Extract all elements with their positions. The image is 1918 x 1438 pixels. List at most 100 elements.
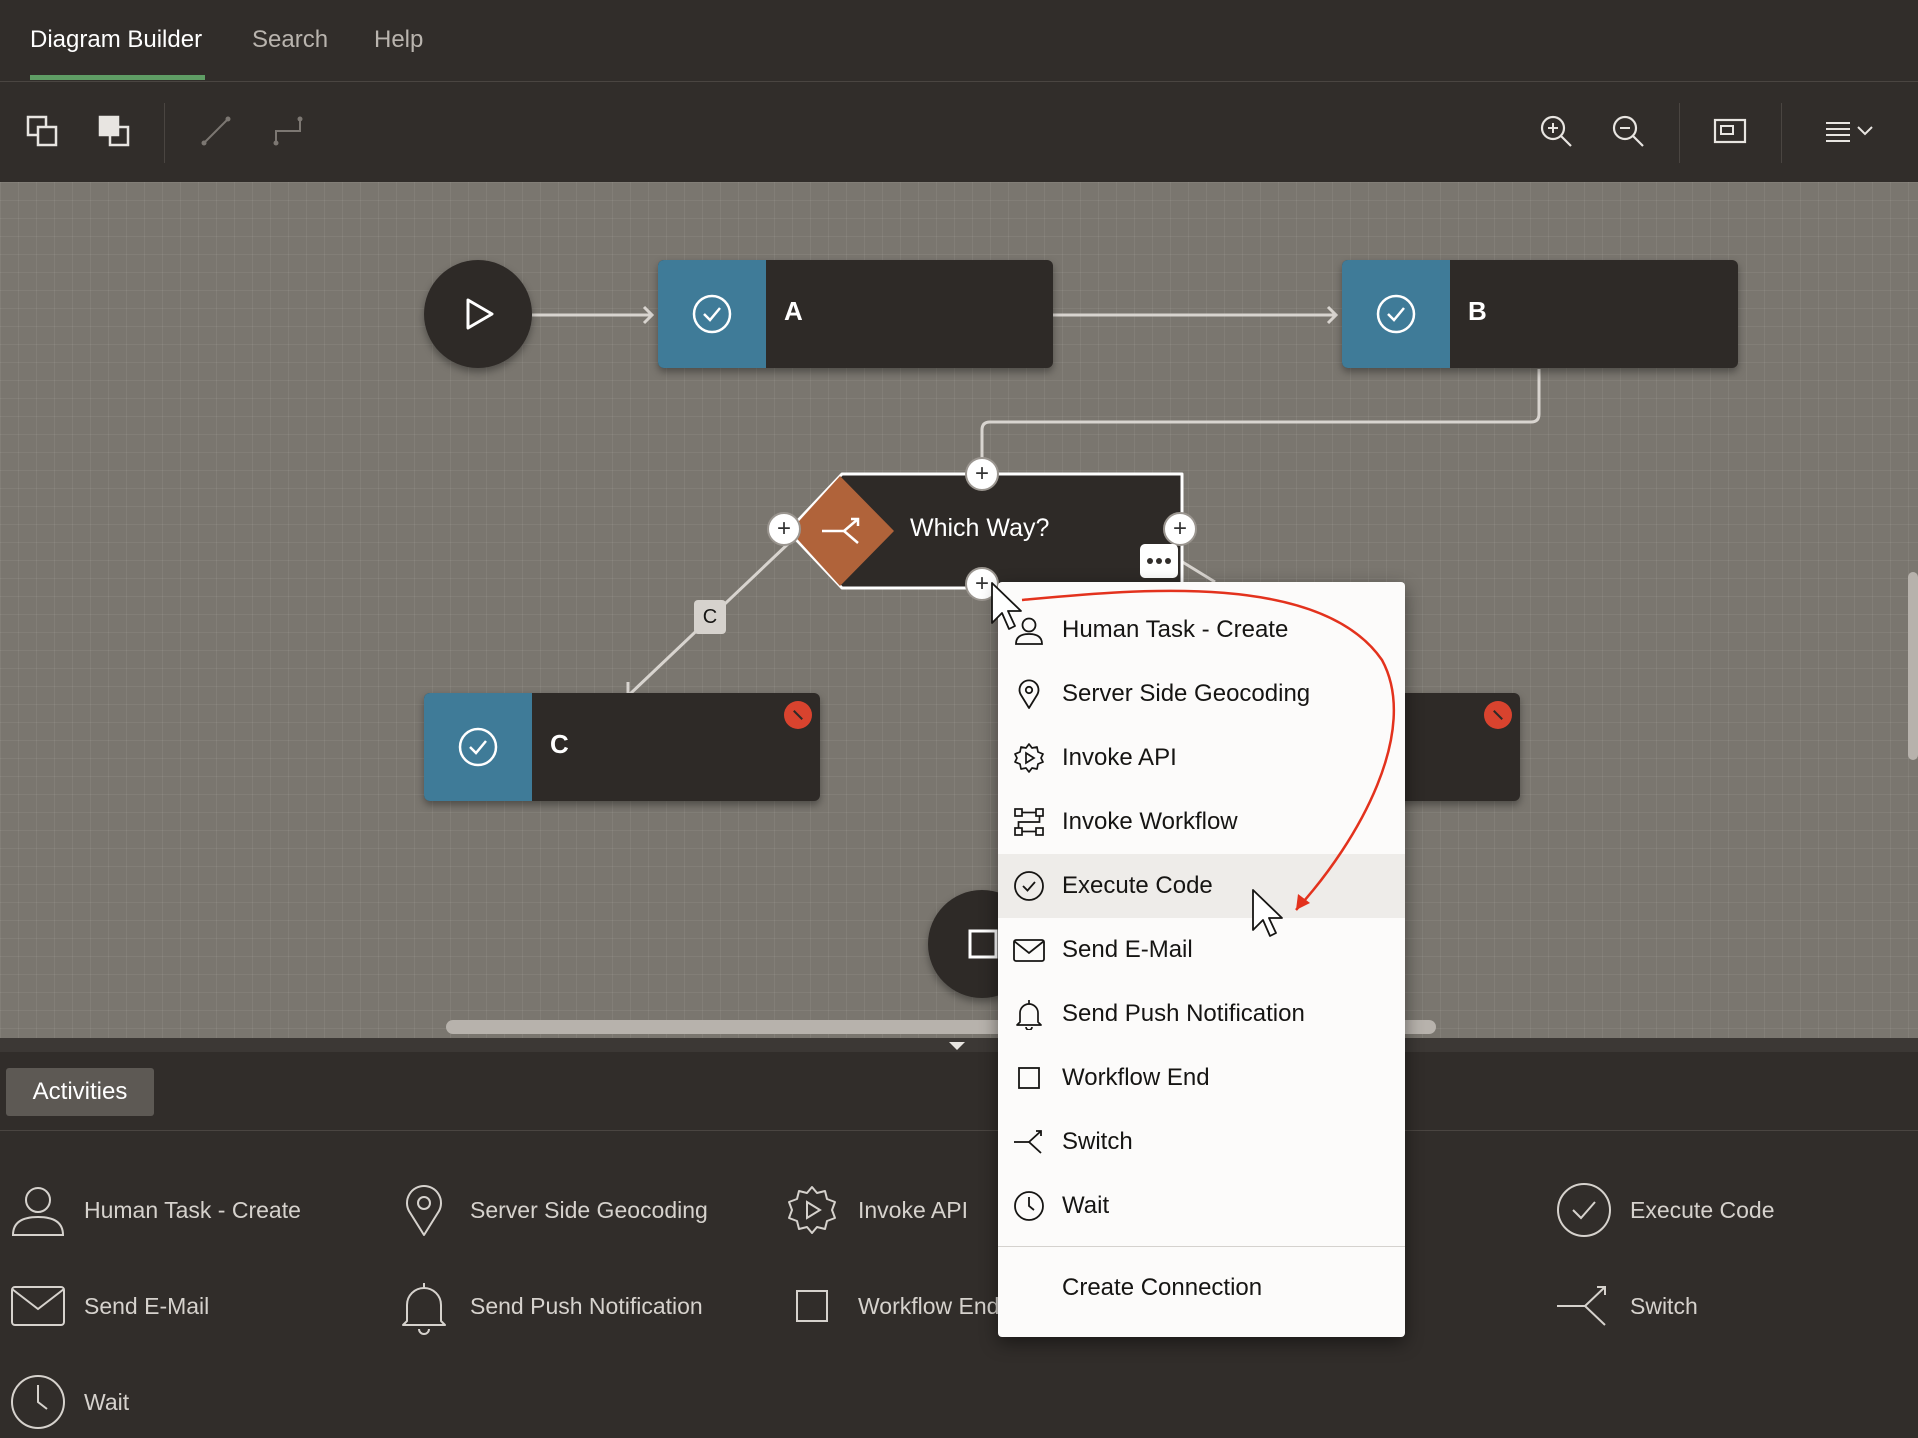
menu-item-create-connection[interactable]: Create Connection bbox=[998, 1256, 1405, 1320]
bell-icon bbox=[402, 1283, 446, 1335]
node-label: C bbox=[550, 729, 569, 759]
menu-item-label: Human Task - Create bbox=[1062, 616, 1289, 643]
toolbar-separator bbox=[1781, 103, 1782, 163]
activity-item-send-email[interactable]: Send E-Mail bbox=[8, 1274, 209, 1338]
vertical-scrollbar[interactable] bbox=[1908, 572, 1918, 760]
menu-icon[interactable] bbox=[1820, 109, 1880, 153]
menu-item-label: Switch bbox=[1062, 1128, 1133, 1155]
switch-icon bbox=[1014, 1130, 1042, 1154]
tab-diagram-builder[interactable]: Diagram Builder bbox=[30, 26, 202, 54]
more-options-button[interactable] bbox=[1140, 544, 1178, 578]
api-gear-icon bbox=[1014, 743, 1044, 773]
activity-type-strip bbox=[1342, 260, 1450, 368]
add-connection-handle-bottom[interactable]: + bbox=[965, 567, 999, 601]
bring-to-front-icon[interactable] bbox=[20, 109, 64, 153]
fit-view-icon[interactable] bbox=[1708, 109, 1752, 153]
add-activity-context-menu: Human Task - Create Server Side Geocodin… bbox=[998, 582, 1405, 1337]
add-connection-handle-right[interactable]: + bbox=[1163, 512, 1197, 546]
workflow-icon bbox=[1014, 808, 1044, 836]
square-icon bbox=[796, 1290, 828, 1322]
activity-item-switch[interactable]: Switch bbox=[1554, 1274, 1698, 1338]
check-circle-icon bbox=[692, 294, 732, 334]
activity-item-execute-code[interactable]: Execute Code bbox=[1554, 1178, 1774, 1242]
collapse-arrow-icon[interactable] bbox=[948, 1041, 966, 1051]
add-connection-handle-top[interactable]: + bbox=[965, 457, 999, 491]
activity-item-label: Human Task - Create bbox=[84, 1196, 301, 1223]
menu-item-switch[interactable]: Switch bbox=[998, 1110, 1405, 1174]
activity-item-label: Invoke API bbox=[858, 1196, 968, 1223]
check-circle-icon bbox=[458, 727, 498, 767]
api-gear-icon bbox=[788, 1186, 836, 1234]
tab-help[interactable]: Help bbox=[374, 26, 423, 54]
diagram-toolbar bbox=[0, 83, 1918, 182]
node-label: A bbox=[784, 296, 803, 326]
straight-connector-icon[interactable] bbox=[194, 109, 238, 153]
menu-separator bbox=[998, 1246, 1405, 1247]
menu-item-geocoding[interactable]: Server Side Geocoding bbox=[998, 662, 1405, 726]
diagram-canvas[interactable]: A B Which Way? + + + + C C bbox=[0, 182, 1918, 1038]
person-icon bbox=[11, 1187, 65, 1236]
panel-divider bbox=[0, 1130, 1918, 1131]
play-icon bbox=[466, 298, 494, 330]
clock-icon bbox=[1014, 1191, 1044, 1221]
error-badge-icon[interactable] bbox=[784, 701, 812, 729]
menu-item-workflow-end[interactable]: Workflow End bbox=[998, 1046, 1405, 1110]
zoom-in-icon[interactable] bbox=[1534, 109, 1578, 153]
bell-icon bbox=[1016, 1000, 1042, 1030]
connection-label[interactable]: C bbox=[694, 600, 726, 634]
activity-item-human-task[interactable]: Human Task - Create bbox=[8, 1178, 301, 1242]
location-pin-icon bbox=[1018, 679, 1040, 709]
tab-activities[interactable]: Activities bbox=[6, 1068, 154, 1116]
activity-item-geocoding[interactable]: Server Side Geocoding bbox=[394, 1178, 708, 1242]
toolbar-separator bbox=[164, 103, 165, 163]
menu-item-label: Execute Code bbox=[1062, 872, 1213, 899]
toolbar-separator bbox=[1679, 103, 1680, 163]
square-icon bbox=[1018, 1067, 1040, 1089]
node-label: B bbox=[1468, 296, 1487, 326]
envelope-icon bbox=[1013, 939, 1045, 962]
zoom-out-icon[interactable] bbox=[1606, 109, 1650, 153]
activity-node-a[interactable]: A bbox=[658, 260, 1053, 368]
menu-item-label: Invoke Workflow bbox=[1062, 808, 1238, 835]
tab-search[interactable]: Search bbox=[252, 26, 328, 54]
menu-item-human-task[interactable]: Human Task - Create bbox=[998, 598, 1405, 662]
menu-item-label: Server Side Geocoding bbox=[1062, 680, 1311, 707]
menu-item-label: Wait bbox=[1062, 1192, 1110, 1219]
more-dots-icon bbox=[1147, 558, 1171, 564]
top-tab-bar: Diagram Builder Search Help bbox=[0, 0, 1918, 82]
location-pin-icon bbox=[406, 1185, 442, 1236]
activity-item-label: Server Side Geocoding bbox=[470, 1196, 708, 1223]
check-circle-icon bbox=[1557, 1183, 1611, 1237]
panel-splitter[interactable] bbox=[0, 1038, 1918, 1052]
person-icon bbox=[1015, 617, 1043, 645]
add-connection-handle-left[interactable]: + bbox=[767, 512, 801, 546]
elbow-connector-icon[interactable] bbox=[266, 109, 310, 153]
active-tab-indicator bbox=[30, 75, 205, 80]
activity-item-invoke-api[interactable]: Invoke API bbox=[782, 1178, 968, 1242]
node-label: Which Way? bbox=[910, 514, 1050, 542]
switch-icon bbox=[1557, 1286, 1606, 1326]
error-badge-icon[interactable] bbox=[1484, 701, 1512, 729]
activity-node-c[interactable]: C bbox=[424, 693, 820, 801]
start-node[interactable] bbox=[424, 260, 532, 368]
activity-item-push-notification[interactable]: Send Push Notification bbox=[394, 1274, 703, 1338]
clock-icon bbox=[11, 1375, 65, 1429]
menu-item-invoke-api[interactable]: Invoke API bbox=[998, 726, 1405, 790]
activity-item-wait[interactable]: Wait bbox=[8, 1370, 129, 1434]
menu-item-push-notification[interactable]: Send Push Notification bbox=[998, 982, 1405, 1046]
menu-item-label: Invoke API bbox=[1062, 744, 1177, 771]
send-to-back-icon[interactable] bbox=[92, 109, 136, 153]
menu-item-execute-code[interactable]: Execute Code bbox=[998, 854, 1405, 918]
activity-item-label: Wait bbox=[84, 1388, 130, 1415]
menu-item-invoke-workflow[interactable]: Invoke Workflow bbox=[998, 790, 1405, 854]
activities-panel: Activities Human Task - Create Server Si… bbox=[0, 1052, 1918, 1438]
activity-item-workflow-end[interactable]: Workflow End bbox=[782, 1274, 999, 1338]
square-icon bbox=[968, 929, 998, 959]
check-circle-icon bbox=[1014, 871, 1044, 901]
activity-item-label: Execute Code bbox=[1630, 1196, 1775, 1223]
menu-item-wait[interactable]: Wait bbox=[998, 1174, 1405, 1238]
activity-node-b[interactable]: B bbox=[1342, 260, 1738, 368]
activity-type-strip bbox=[424, 693, 532, 801]
menu-item-send-email[interactable]: Send E-Mail bbox=[998, 918, 1405, 982]
menu-item-label: Send Push Notification bbox=[1062, 1000, 1305, 1027]
